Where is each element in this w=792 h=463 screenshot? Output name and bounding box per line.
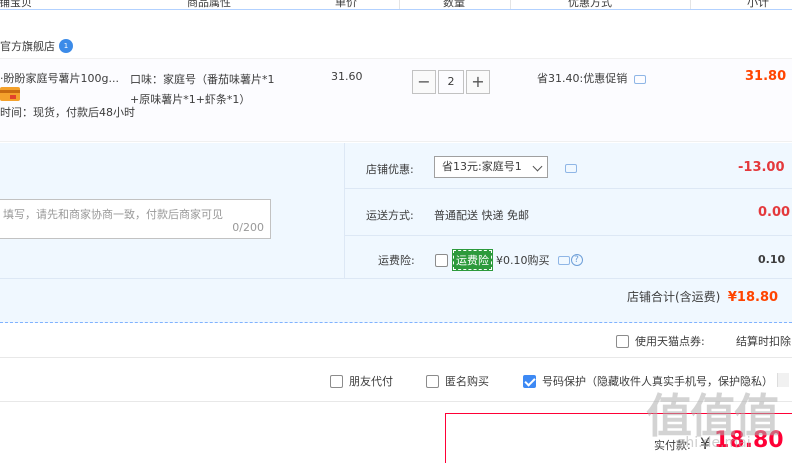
insurance-tag: 运费险 xyxy=(452,249,493,271)
item-delivery-time: 时间：现货，付款后48小时 xyxy=(0,106,135,119)
column-header-price: 单价 xyxy=(335,0,357,9)
coupon-option: 使用天猫点券: xyxy=(616,333,705,349)
chat-icon[interactable] xyxy=(565,164,577,173)
item-attr-line-1: 口味：家庭号（番茄味薯片*1 xyxy=(130,73,275,86)
item-unit-price: 31.60 xyxy=(331,70,363,83)
shipping-method: 普通配送 快递 免邮 xyxy=(434,209,529,222)
anonymous-label: 匿名购买 xyxy=(445,375,489,388)
option-friend-pay: 朋友代付 xyxy=(330,373,393,389)
number-protect-checkbox[interactable] xyxy=(523,374,536,388)
anonymous-checkbox[interactable] xyxy=(426,374,439,388)
insurance-option: 运费险 ¥0.10购买 ? xyxy=(435,249,583,271)
coupon-checkbox[interactable] xyxy=(616,334,629,348)
shop-discount-label: 店铺优惠: xyxy=(366,163,414,176)
coupon-label: 使用天猫点券: xyxy=(635,335,705,348)
insurance-label: 运费险: xyxy=(378,254,415,267)
buyer-note-placeholder: 填写，请先和商家协商一致，付款后商家可见 xyxy=(3,208,223,221)
shop-total-value: ¥18.80 xyxy=(727,290,779,305)
column-header-subtotal: 小计 xyxy=(747,0,769,9)
buyer-note-field[interactable]: 填写，请先和商家协商一致，付款后商家可见 0/200 xyxy=(0,199,271,239)
card-icon xyxy=(0,87,20,101)
shop-discount-select[interactable]: 省13元:家庭号1 xyxy=(434,156,548,178)
chevron-down-icon xyxy=(532,161,543,172)
qty-minus-button[interactable]: − xyxy=(412,70,436,94)
promo-text: 省31.40:优惠促销 xyxy=(537,72,628,85)
shop-total: 店铺合计(含运费) ¥18.80 xyxy=(627,288,778,305)
quantity-stepper: − 2 + xyxy=(412,70,490,94)
shop-discount-value: -13.00 xyxy=(738,160,785,175)
shipping-label: 运送方式: xyxy=(366,209,414,222)
buyer-note-counter: 0/200 xyxy=(232,221,264,234)
help-icon[interactable]: ? xyxy=(570,254,583,266)
friend-pay-checkbox[interactable] xyxy=(330,374,343,388)
insurance-value: 0.10 xyxy=(758,253,786,266)
watermark-text: zhi.de.mai xyxy=(678,435,751,451)
insurance-price: ¥0.10购买 xyxy=(496,254,550,267)
qty-plus-button[interactable]: + xyxy=(466,70,490,94)
insurance-checkbox[interactable] xyxy=(435,253,448,267)
column-header-item: 店铺宝贝 xyxy=(0,0,32,9)
order-meta-panel: 填写，请先和商家协商一致，付款后商家可见 0/200 店铺优惠: 省13元:家庭… xyxy=(0,143,792,323)
column-header-promo: 优惠方式 xyxy=(568,0,612,9)
shop-name[interactable]: 官方旗舰店 xyxy=(0,38,55,54)
order-item-row: ·盼盼家庭号薯片100g... 时间：现货，付款后48小时 口味：家庭号（番茄味… xyxy=(0,58,792,142)
shipping-value: 0.00 xyxy=(758,205,791,220)
item-attributes: 口味：家庭号（番茄味薯片*1 +原味薯片*1+虾条*1） xyxy=(130,70,290,110)
chat-icon[interactable] xyxy=(557,255,570,265)
coupon-settle-text: 结算时扣除 xyxy=(736,335,791,348)
item-promo: 省31.40:优惠促销 xyxy=(537,70,646,86)
shop-line: 官方旗舰店 1 xyxy=(0,36,73,56)
shop-total-label: 店铺合计(含运费) xyxy=(627,290,721,304)
column-header-attr: 商品属性 xyxy=(187,0,231,9)
chat-icon[interactable] xyxy=(633,75,646,84)
scrollbar[interactable] xyxy=(777,373,789,387)
column-header-qty: 数量 xyxy=(443,0,465,9)
item-title[interactable]: ·盼盼家庭号薯片100g... xyxy=(0,70,119,86)
shop-verified-badge-icon: 1 xyxy=(59,39,73,53)
shop-discount-selected: 省13元:家庭号1 xyxy=(442,160,522,173)
option-anonymous: 匿名购买 xyxy=(426,373,489,389)
item-subtotal: 31.80 xyxy=(745,69,787,84)
table-header: 店铺宝贝 商品属性 单价 数量 优惠方式 小计 xyxy=(0,0,792,10)
friend-pay-label: 朋友代付 xyxy=(349,375,393,388)
order-confirm-page: 店铺宝贝 商品属性 单价 数量 优惠方式 小计 官方旗舰店 1 ·盼盼家庭号薯片… xyxy=(0,0,792,463)
item-attr-line-2: +原味薯片*1+虾条*1） xyxy=(130,93,251,106)
qty-input[interactable]: 2 xyxy=(438,70,464,94)
